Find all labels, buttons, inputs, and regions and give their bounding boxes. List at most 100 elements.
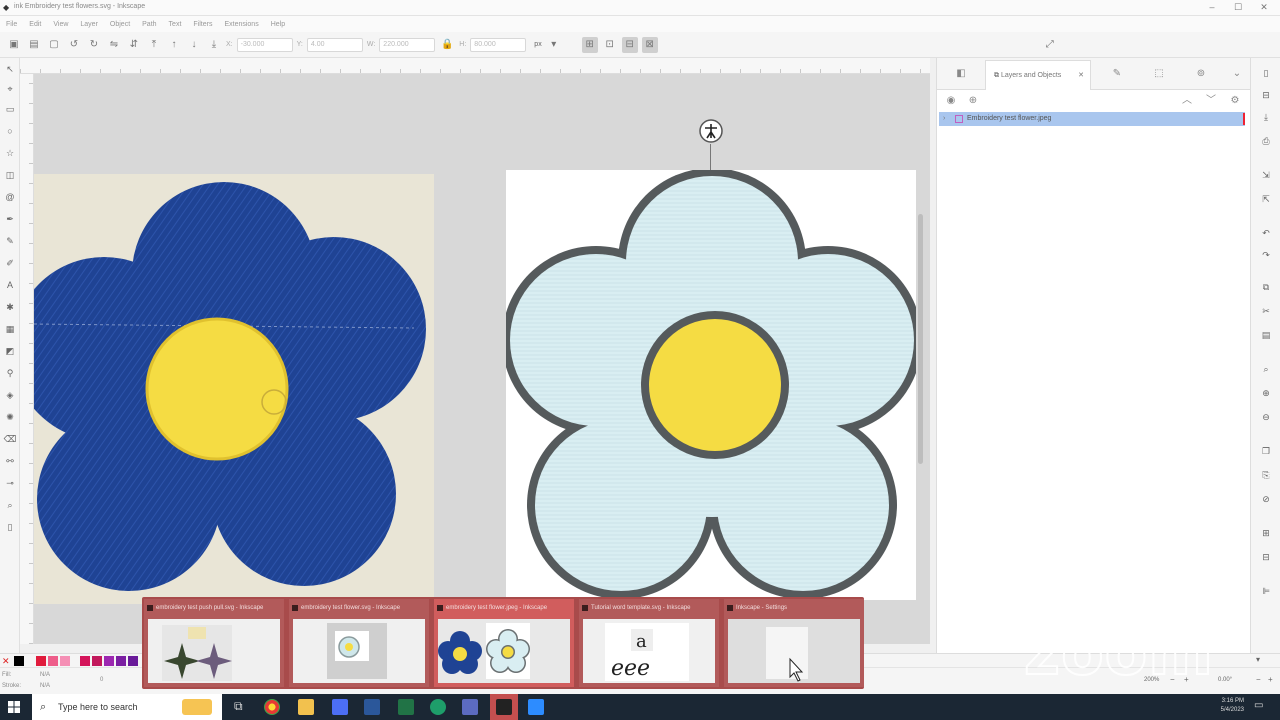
circle-tool-icon[interactable]: ○ [3,124,17,138]
thumbnail-settings[interactable]: Inkscape - Settings [724,599,864,687]
swatch-black[interactable] [14,656,24,666]
menu-path[interactable]: Path [142,21,156,28]
close-button[interactable]: ✕ [1252,1,1276,14]
menu-view[interactable]: View [53,21,68,28]
save-icon[interactable]: ⤓ [1259,110,1273,124]
pen-tool-icon[interactable]: ✒ [3,212,17,226]
raise-to-top-icon[interactable]: ⤒ [146,37,162,53]
paste-icon[interactable]: ▤ [1259,328,1273,342]
export-tab-icon[interactable]: ⬚ [1151,66,1167,82]
thumbnail-push-pull[interactable]: embroidery test push pull.svg - Inkscape [144,599,284,687]
paint-bucket-tool-icon[interactable]: ◈ [3,388,17,402]
layer-row-embroidery-flower[interactable]: › Embroidery test flower.jpeg [939,112,1245,126]
app-icon-purple[interactable] [462,699,478,715]
document-page[interactable] [506,170,916,600]
layer-settings-icon[interactable]: ⚙ [1227,93,1243,109]
selector-tool-icon[interactable]: ↖ [3,62,17,76]
rotate-cw-icon[interactable]: ↻ [86,37,102,53]
flip-horizontal-icon[interactable]: ⇋ [106,37,122,53]
measure-tool-icon[interactable]: ⊸ [3,476,17,490]
canvas[interactable] [34,74,930,644]
rotation-value[interactable]: 0.00° [1218,677,1232,683]
swatch-dark-purple[interactable] [116,656,126,666]
vertical-scrollbar[interactable] [918,214,923,464]
menu-filters[interactable]: Filters [193,21,212,28]
app-icon-blue[interactable] [332,699,348,715]
rotation-center-icon[interactable] [698,118,724,144]
minimize-button[interactable]: – [1200,1,1224,14]
thumbnail-flower-svg[interactable]: embroidery test flower.svg - Inkscape [289,599,429,687]
task-view-icon[interactable]: ⧉ [234,699,243,714]
swatch-purple[interactable] [104,656,114,666]
menu-extensions[interactable]: Extensions [224,21,258,28]
chrome-icon[interactable] [264,699,280,715]
taskbar-clock[interactable]: 3:16 PM 5/4/2023 [1221,697,1244,715]
taskbar-search-box[interactable]: ⌕ Type here to search [32,694,222,720]
opacity-value[interactable]: 0 [100,677,103,683]
pages-tool-icon[interactable]: ▯ [3,520,17,534]
text-tool-icon[interactable]: A [3,278,17,292]
thumbnail-word-template[interactable]: Tutorial word template.svg - Inkscape a … [579,599,719,687]
print-icon[interactable]: ⎙ [1259,134,1273,148]
menu-edit[interactable]: Edit [29,21,41,28]
file-explorer-icon[interactable] [298,699,314,715]
layer-visibility-icon[interactable]: ◉ [943,93,959,109]
palette-menu-icon[interactable]: ▾ [1256,655,1260,664]
menu-object[interactable]: Object [110,21,130,28]
export-icon[interactable]: ⇱ [1259,192,1273,206]
word-icon[interactable] [364,699,380,715]
vertical-ruler[interactable] [20,74,34,644]
swatch-deep-pink[interactable] [92,656,102,666]
clone-icon[interactable]: ⎘ [1259,468,1273,482]
menu-layer[interactable]: Layer [80,21,98,28]
select-all-layers-icon[interactable]: ▤ [26,37,42,53]
swatch-light-pink[interactable] [60,656,70,666]
star-tool-icon[interactable]: ☆ [3,146,17,160]
rectangle-tool-icon[interactable]: ▭ [3,102,17,116]
connector-tool-icon[interactable]: ⚯ [3,454,17,468]
calligraphy-tool-icon[interactable]: ✐ [3,256,17,270]
raise-icon[interactable]: ↑ [166,37,182,53]
lock-ratio-icon[interactable]: 🔒 [439,37,455,53]
group-icon[interactable]: ⊞ [1259,526,1273,540]
zoom-page-icon[interactable]: ⊖ [1259,410,1273,424]
raise-layer-icon[interactable]: ︿ [1179,93,1195,109]
excel-icon[interactable] [398,699,414,715]
spray-tool-icon[interactable]: ✱ [3,300,17,314]
select-all-icon[interactable]: ▣ [6,37,22,53]
3d-box-tool-icon[interactable]: ◫ [3,168,17,182]
windows-start-icon[interactable] [8,701,20,713]
unit-select[interactable]: px [534,41,541,48]
lower-layer-icon[interactable]: ﹀ [1203,93,1219,109]
spiral-tool-icon[interactable]: @ [3,190,17,204]
swatch-red[interactable] [36,656,46,666]
swatch-violet[interactable] [128,656,138,666]
swatch-magenta[interactable] [80,656,90,666]
move-gradients-icon[interactable]: ⊟ [621,36,638,53]
embroidery-photo[interactable] [34,174,434,604]
zoom-drawing-icon[interactable]: ⊕ [1259,386,1273,400]
tab-close-icon[interactable]: ✕ [1078,61,1084,91]
maximize-button[interactable]: ☐ [1226,1,1250,14]
xml-editor-tab-icon[interactable]: ✎ [1109,66,1125,82]
unlink-clone-icon[interactable]: ⊘ [1259,492,1273,506]
import-icon[interactable]: ⇲ [1259,168,1273,182]
zoom-selection-icon[interactable]: ⌕ [1259,362,1273,376]
rotation-minus-icon[interactable]: − [1256,675,1261,684]
duplicate-icon[interactable]: ❐ [1259,444,1273,458]
open-icon[interactable]: ⊟ [1259,88,1273,102]
flip-vertical-icon[interactable]: ⇵ [126,37,142,53]
mesh-tool-icon[interactable]: ▦ [3,322,17,336]
w-input[interactable]: 220.000 [379,37,436,52]
tweak-tool-icon[interactable]: ✺ [3,410,17,424]
menu-text[interactable]: Text [169,21,182,28]
cut-icon[interactable]: ✂ [1259,304,1273,318]
move-patterns-icon[interactable]: ⊠ [641,36,658,53]
copy-icon[interactable]: ⧉ [1259,280,1273,294]
swatch-pink[interactable] [48,656,58,666]
rotate-ccw-icon[interactable]: ↺ [66,37,82,53]
scale-corners-icon[interactable]: ⊡ [602,37,618,53]
dock-menu-icon[interactable]: ⌄ [1229,66,1245,82]
fill-stroke-tab-icon[interactable]: ◧ [953,66,969,82]
zoom-app-icon[interactable] [528,699,544,715]
